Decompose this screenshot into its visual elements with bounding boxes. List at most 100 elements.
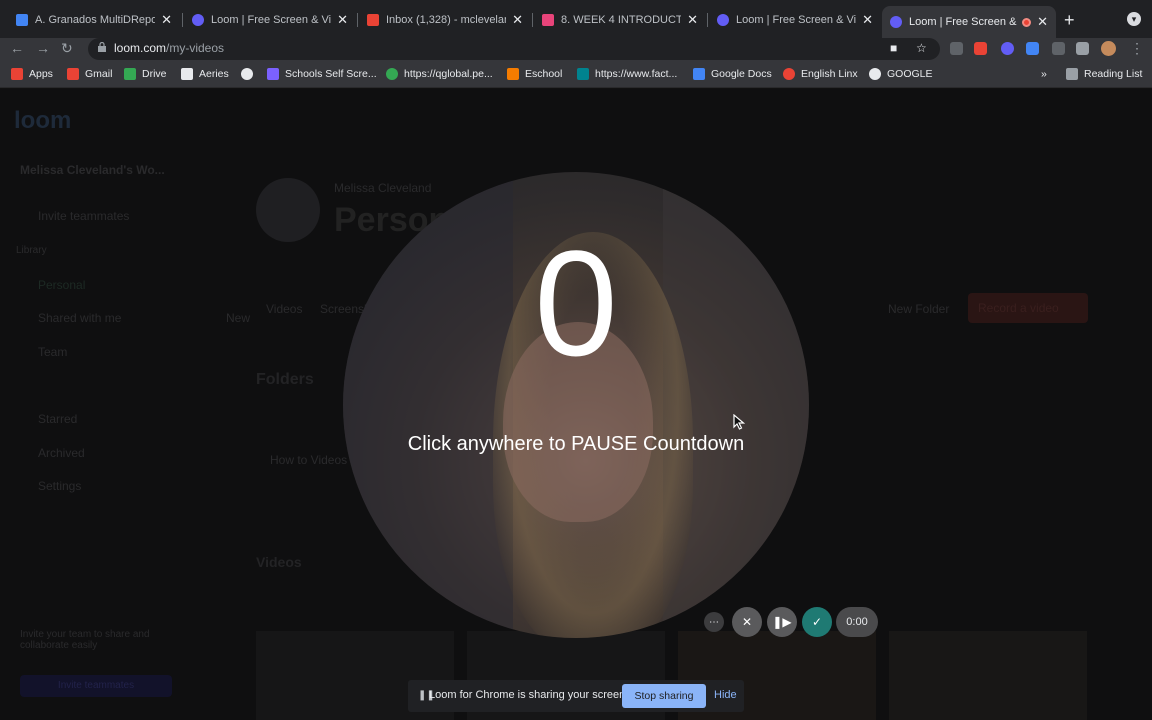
cancel-recording-button[interactable]: ✕	[732, 607, 762, 637]
nav-starred[interactable]: Starred	[38, 412, 77, 426]
stop-sharing-button[interactable]: Stop sharing	[622, 684, 706, 708]
bookmark-label: English Linx	[801, 68, 858, 80]
bookmark-label: Google Docs	[711, 68, 772, 80]
tab-week4[interactable]: 8. WEEK 4 INTRODUCTION ✕	[534, 6, 706, 34]
extension-loom-icon[interactable]	[1001, 42, 1014, 55]
tab-title: 8. WEEK 4 INTRODUCTION	[561, 14, 682, 26]
gmail-favicon-icon	[367, 14, 379, 26]
menu-kebab-icon[interactable]: ⋮	[1130, 40, 1144, 57]
new-button[interactable]: New	[226, 311, 250, 325]
close-icon[interactable]: ✕	[862, 12, 873, 28]
back-arrow-icon[interactable]: ←	[10, 40, 24, 56]
schools-icon	[267, 68, 279, 80]
tab-loom-1[interactable]: Loom | Free Screen & Video ✕	[184, 6, 356, 34]
nav-shared[interactable]: Shared with me	[38, 311, 121, 325]
extension-tab-icon[interactable]	[1052, 42, 1065, 55]
aeries-icon	[181, 68, 193, 80]
browser-window: A. Granados MultiDReport ✕ Loom | Free S…	[0, 0, 1152, 720]
bookmark-fact[interactable]: https://www.fact...	[577, 68, 677, 80]
promo-text: Invite your team to share and collaborat…	[20, 629, 150, 651]
pause-icon: ❚▶	[772, 615, 792, 629]
bookmark-eschool[interactable]: Eschool	[507, 68, 562, 80]
promo-invite-button[interactable]: Invite teammates	[20, 675, 172, 697]
bookmark-google-docs[interactable]: Google Docs	[693, 68, 772, 80]
bookmark-google[interactable]: GOOGLE	[869, 68, 933, 80]
pause-recording-button[interactable]: ❚▶	[767, 607, 797, 637]
close-icon[interactable]: ✕	[1037, 14, 1048, 30]
globe-icon	[241, 68, 253, 80]
english-linx-icon	[783, 68, 795, 80]
bookmark-label: https://www.fact...	[595, 68, 678, 80]
nav-personal[interactable]: Personal	[38, 278, 85, 292]
tab-videos[interactable]: Videos	[266, 302, 302, 316]
loom-logo[interactable]: loom	[14, 107, 71, 135]
browser-toolbar: ← → ↻ loom.com/my-videos ■ ☆ ⋮	[0, 38, 1152, 62]
close-icon[interactable]: ✕	[337, 12, 348, 28]
record-video-button[interactable]: Record a video	[968, 293, 1088, 323]
profile-avatar[interactable]	[1101, 41, 1116, 56]
close-icon[interactable]: ✕	[161, 12, 172, 28]
bookmark-qglobal[interactable]: https://qglobal.pe...	[386, 68, 493, 80]
extensions-puzzle-icon[interactable]	[1076, 42, 1089, 55]
folder-how-to-videos[interactable]: How to Videos	[270, 453, 347, 467]
address-bar[interactable]: loom.com/my-videos ■ ☆	[88, 38, 940, 60]
loom-favicon-icon	[890, 16, 902, 28]
close-icon[interactable]: ✕	[687, 12, 698, 28]
tab-loom-2[interactable]: Loom | Free Screen & Video ✕	[709, 6, 881, 34]
extension-grid-icon[interactable]	[950, 42, 963, 55]
url-domain: loom.com	[114, 41, 167, 55]
tab-loom-active[interactable]: Loom | Free Screen & V ✕	[882, 6, 1056, 38]
finish-recording-button[interactable]: ✓	[802, 607, 832, 637]
bookmark-apps[interactable]: Apps	[11, 68, 53, 80]
recording-icon	[1022, 17, 1032, 27]
url-text: loom.com/my-videos	[114, 41, 224, 55]
pause-countdown-hint[interactable]: Click anywhere to PAUSE Countdown	[343, 433, 809, 456]
tab-multidreport[interactable]: A. Granados MultiDReport ✕	[8, 6, 180, 34]
apps-grid-icon	[11, 68, 23, 80]
recording-timer: 0:00	[836, 607, 878, 637]
nav-settings[interactable]: Settings	[38, 479, 81, 493]
bookmark-gmail[interactable]: Gmail	[67, 68, 112, 80]
hide-button[interactable]: Hide	[714, 689, 737, 701]
forward-arrow-icon[interactable]: →	[36, 40, 50, 56]
invite-teammates-link[interactable]: Invite teammates	[38, 209, 129, 223]
more-options-icon[interactable]: ⋯	[704, 612, 724, 632]
bookmarks-bar: Apps Gmail Drive Aeries Schools Self Scr…	[0, 62, 1152, 88]
new-folder-button[interactable]: New Folder	[888, 302, 949, 316]
bookmark-label: Aeries	[199, 68, 229, 80]
bookmark-schools[interactable]: Schools Self Scre...	[267, 68, 377, 80]
tab-gmail[interactable]: Inbox (1,328) - mcleveland ✕	[359, 6, 531, 34]
bookmark-drive[interactable]: Drive	[124, 68, 167, 80]
folders-heading: Folders	[256, 371, 314, 388]
star-icon[interactable]: ☆	[916, 41, 927, 55]
camera-icon[interactable]: ■	[890, 41, 897, 55]
video-thumbnail[interactable]	[889, 631, 1087, 720]
library-heading: Library	[16, 245, 47, 256]
tab-separator	[182, 13, 183, 27]
tab-separator	[357, 13, 358, 27]
bookmark-globe[interactable]	[241, 68, 259, 80]
tab-strip: A. Granados MultiDReport ✕ Loom | Free S…	[0, 0, 1152, 38]
share-message: Loom for Chrome is sharing your screen.	[429, 689, 629, 701]
reload-icon[interactable]: ↻	[61, 40, 73, 57]
bookmark-label: Gmail	[85, 68, 113, 80]
tab-title: Loom | Free Screen & V	[909, 16, 1019, 28]
bookmark-label: Apps	[29, 68, 53, 80]
countdown-number[interactable]: 0	[343, 228, 809, 378]
tab-title: Loom | Free Screen & Video	[211, 14, 332, 26]
tab-title: Loom | Free Screen & Video	[736, 14, 857, 26]
reading-list-button[interactable]: Reading List	[1066, 68, 1142, 80]
workspace-name[interactable]: Melissa Cleveland's Wo...	[20, 163, 165, 177]
nav-team[interactable]: Team	[38, 345, 67, 359]
nav-archived[interactable]: Archived	[38, 446, 85, 460]
extension-screencast-icon[interactable]	[1026, 42, 1039, 55]
extension-abp-icon[interactable]	[974, 42, 987, 55]
bookmark-english-linx[interactable]: English Linx	[783, 68, 858, 80]
tab-search-icon[interactable]: ▾	[1127, 12, 1141, 26]
profile-avatar-large	[256, 178, 320, 242]
tab-separator	[532, 13, 533, 27]
new-tab-button[interactable]: +	[1064, 10, 1075, 31]
bookmark-aeries[interactable]: Aeries	[181, 68, 229, 80]
more-bookmarks-icon[interactable]: »	[1041, 68, 1047, 80]
close-icon[interactable]: ✕	[512, 12, 523, 28]
